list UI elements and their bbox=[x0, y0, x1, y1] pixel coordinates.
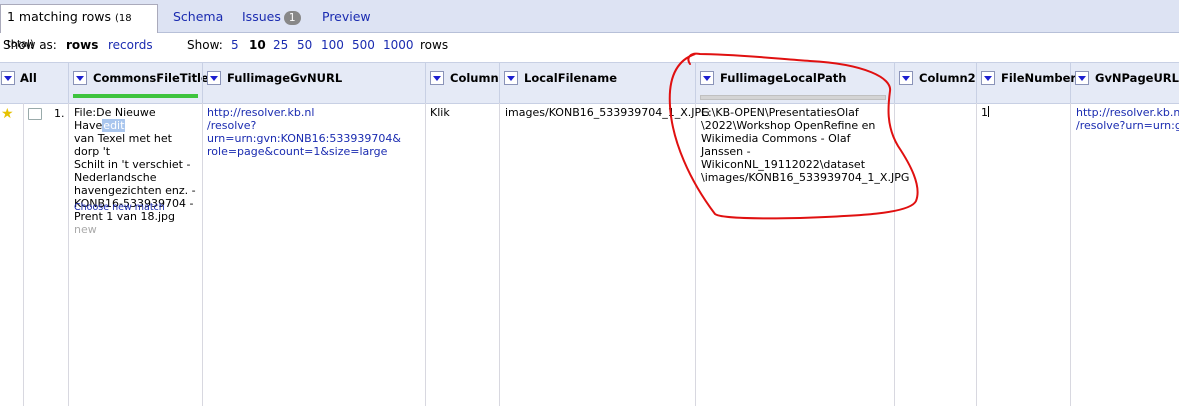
column-header-commonsfiletitle: CommonsFileTitle bbox=[68, 63, 209, 103]
grid-line bbox=[894, 103, 895, 406]
column-menu-gvnpageurl-icon[interactable] bbox=[1075, 71, 1089, 85]
rows-suffix: rows bbox=[420, 38, 449, 52]
grid-line bbox=[976, 103, 977, 406]
local-path-line: E:\KB-OPEN\PresentatiesOlaf bbox=[701, 106, 859, 119]
star-icon[interactable]: ★ bbox=[1, 107, 14, 121]
cell-fullimagegvnurl[interactable]: http://resolver.kb.nl /resolve?urn=urn:g… bbox=[207, 106, 423, 158]
column-header-gvnpageurl: GvNPageURL bbox=[1070, 63, 1179, 103]
cell-column[interactable]: Klik bbox=[430, 106, 450, 119]
column-menu-column-icon[interactable] bbox=[430, 71, 444, 85]
local-path-line: Wikimedia Commons - Olaf Janssen - bbox=[701, 132, 851, 158]
commons-title-line: Nederlandsche bbox=[74, 171, 157, 184]
page-size-1000[interactable]: 1000 bbox=[383, 35, 414, 55]
column-header-filenumber: FileNumber bbox=[976, 63, 1076, 103]
local-path-line: \images/KONB16_533939704_1_X.JPG bbox=[701, 171, 910, 184]
grid-line bbox=[695, 103, 696, 406]
column-facet-bar bbox=[700, 95, 886, 100]
grid-line bbox=[68, 103, 69, 406]
commons-title-line: havengezichten enz. - bbox=[74, 184, 196, 197]
show-as-records[interactable]: records bbox=[108, 35, 153, 55]
tab-matching-rows[interactable]: 1 matching rows (18 total) bbox=[0, 4, 158, 50]
column-menu-column2-icon[interactable] bbox=[899, 71, 913, 85]
commons-title-line: Schilt in 't verschiet - bbox=[74, 158, 191, 171]
local-path-line: WikiconNL_19112022\dataset bbox=[701, 158, 866, 171]
cell-fullimagelocalpath[interactable]: E:\KB-OPEN\PresentatiesOlaf \2022\Worksh… bbox=[701, 106, 910, 184]
text-cursor bbox=[988, 106, 989, 117]
gvn-url-line: /resolve?urn=urn:gvn:KONB16:533939704& bbox=[207, 119, 401, 145]
column-menu-all-icon[interactable] bbox=[1, 71, 15, 85]
column-header-fullimagelocalpath-label: FullimageLocalPath bbox=[720, 71, 847, 85]
tab-issues[interactable]: Issues 1 bbox=[236, 5, 307, 32]
column-header-gvnpageurl-label: GvNPageURL bbox=[1095, 71, 1179, 85]
page-size-5[interactable]: 5 bbox=[231, 35, 239, 55]
column-menu-fullimagelocalpath-icon[interactable] bbox=[700, 71, 714, 85]
flag-icon[interactable] bbox=[28, 108, 42, 120]
show-as-rows[interactable]: rows bbox=[66, 35, 98, 55]
column-header-all-label: All bbox=[20, 71, 37, 85]
file-number-value: 1 bbox=[981, 106, 988, 119]
grid-line bbox=[425, 103, 426, 406]
column-header-column2: Column2 bbox=[894, 63, 976, 103]
page-size-100[interactable]: 100 bbox=[321, 35, 344, 55]
page-size-500[interactable]: 500 bbox=[352, 35, 375, 55]
column-header-all: All bbox=[0, 63, 68, 103]
column-header-fullimagegvnurl: FullimageGvNURL bbox=[202, 63, 425, 103]
cell-localfilename[interactable]: images/KONB16_533939704_1_X.JPG bbox=[505, 106, 710, 119]
grid-line bbox=[1070, 103, 1071, 406]
commons-title-line: van Texel met het dorp 't bbox=[74, 132, 172, 158]
show-label: Show: bbox=[187, 38, 223, 52]
row-number: 1. bbox=[54, 107, 65, 120]
column-menu-fullimagegvnurl-icon[interactable] bbox=[207, 71, 221, 85]
gvn-url-line: role=page&count=1&size=large bbox=[207, 145, 388, 158]
grid-line bbox=[202, 103, 203, 406]
grid-line bbox=[23, 103, 24, 406]
cell-commonsfiletitle[interactable]: File:De Nieuwe Haveedit van Texel met he… bbox=[74, 106, 200, 236]
cell-gvnpageurl[interactable]: http://resolver.kb.nl /resolve?urn=urn:g… bbox=[1076, 106, 1179, 132]
view-options: Show as: rows records Show: 5 10 25 50 1… bbox=[0, 33, 1179, 61]
page-size-10[interactable]: 10 bbox=[249, 35, 266, 55]
show-as-label: Show as: bbox=[3, 38, 57, 52]
local-path-line: \2022\Workshop OpenRefine en bbox=[701, 119, 876, 132]
column-menu-localfilename-icon[interactable] bbox=[504, 71, 518, 85]
matching-rows-label: 1 matching rows bbox=[7, 9, 112, 24]
gvn-page-url-line: /resolve?urn=urn:gvn bbox=[1076, 119, 1179, 132]
column-header-row: All CommonsFileTitle FullimageGvNURL Col… bbox=[0, 62, 1179, 104]
reconciliation-progress-bar bbox=[73, 94, 198, 98]
issues-count-badge: 1 bbox=[283, 11, 301, 25]
tab-preview[interactable]: Preview bbox=[316, 5, 377, 32]
column-header-fullimagelocalpath: FullimageLocalPath bbox=[695, 63, 894, 103]
gvn-url-line: http://resolver.kb.nl bbox=[207, 106, 315, 119]
column-header-localfilename-label: LocalFilename bbox=[524, 71, 618, 85]
column-header-column: Column bbox=[425, 63, 499, 103]
new-label: new bbox=[74, 223, 97, 236]
gvn-page-url-line: http://resolver.kb.nl bbox=[1076, 106, 1179, 119]
choose-new-match-link[interactable]: Choose new match bbox=[74, 202, 165, 213]
column-header-localfilename: LocalFilename bbox=[499, 63, 695, 103]
column-header-fullimagegvnurl-label: FullimageGvNURL bbox=[227, 71, 343, 85]
column-menu-filenumber-icon[interactable] bbox=[981, 71, 995, 85]
tab-bar: 1 matching rows (18 total) Schema Issues… bbox=[0, 0, 1179, 50]
tab-schema[interactable]: Schema bbox=[167, 5, 229, 32]
column-header-column2-label: Column2 bbox=[919, 71, 976, 85]
cell-filenumber[interactable]: 1 bbox=[981, 106, 989, 119]
tab-issues-label: Issues bbox=[242, 9, 281, 24]
column-header-column-label: Column bbox=[450, 71, 499, 85]
column-header-commonsfiletitle-label: CommonsFileTitle bbox=[93, 71, 209, 85]
page-size-25[interactable]: 25 bbox=[273, 35, 288, 55]
grid-line bbox=[499, 103, 500, 406]
column-menu-commonsfiletitle-icon[interactable] bbox=[73, 71, 87, 85]
page-size-50[interactable]: 50 bbox=[297, 35, 312, 55]
edit-link[interactable]: edit bbox=[102, 119, 126, 132]
column-header-filenumber-label: FileNumber bbox=[1001, 71, 1077, 85]
